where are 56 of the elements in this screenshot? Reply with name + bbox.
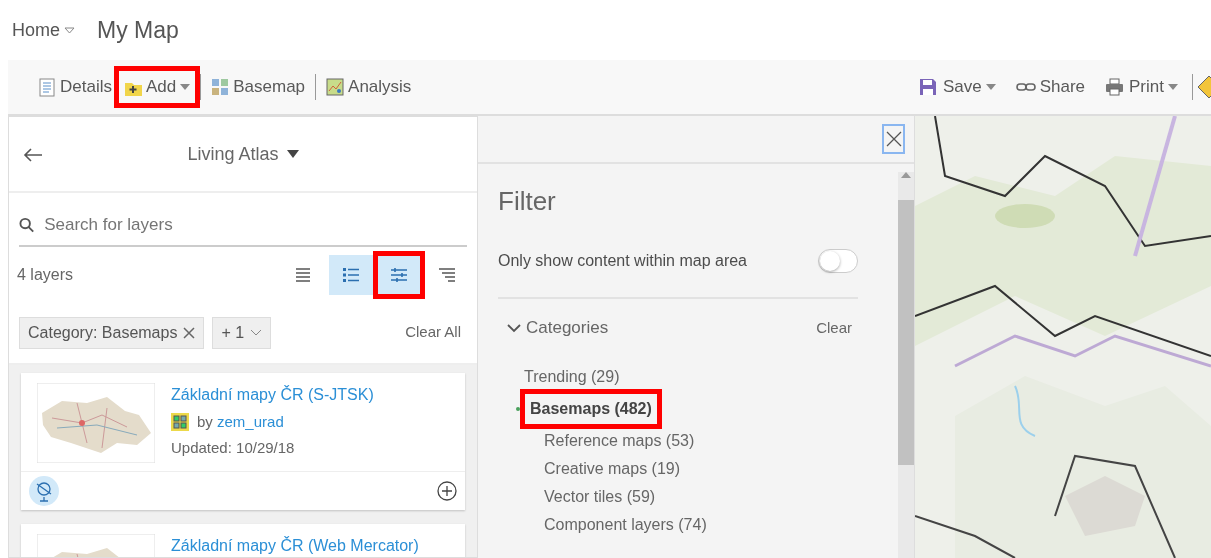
home-menu[interactable]: Home <box>12 16 75 44</box>
updated-date: Updated: 10/29/18 <box>171 438 296 458</box>
owner-link[interactable]: zem_urad <box>217 412 284 430</box>
sort-icon <box>438 265 456 284</box>
layer-count: 4 layers <box>17 264 74 285</box>
scroll-up-icon <box>901 172 911 178</box>
sliders-icon <box>390 265 408 284</box>
caret-icon <box>1168 84 1178 90</box>
printer-icon <box>1105 77 1126 97</box>
toolbar-button[interactable]: Analysis <box>320 70 418 104</box>
list-icon <box>294 265 312 284</box>
toggle-label: Only show content within map area <box>498 251 747 271</box>
close-button[interactable] <box>882 124 905 154</box>
result-title-link[interactable]: Základní mapy ČR (S-JTSK) <box>171 382 374 407</box>
document-icon <box>38 77 56 97</box>
toolbar-button[interactable]: Basemap <box>205 70 312 104</box>
category-item[interactable]: Vector tiles (59) <box>544 484 656 509</box>
scrollbar[interactable] <box>898 172 914 558</box>
toggle-switch[interactable] <box>818 249 858 273</box>
chevron-down-icon <box>250 329 263 336</box>
toolbar-button[interactable]: Print <box>1099 70 1184 104</box>
plus-circle-icon <box>437 481 457 502</box>
category-item[interactable]: Trending (29) <box>524 364 620 389</box>
category-item[interactable]: Creative maps (19) <box>544 456 681 481</box>
byline: by zem_urad <box>197 411 284 432</box>
close-icon <box>183 326 196 339</box>
close-icon <box>885 131 902 147</box>
caret-icon <box>180 84 191 90</box>
grid-icon <box>211 77 230 97</box>
back-arrow-icon <box>23 146 43 163</box>
toolbar-button[interactable]: Save <box>912 70 1002 104</box>
clear-all-link[interactable]: Clear All <box>399 320 467 345</box>
directions-icon[interactable] <box>1197 75 1211 99</box>
category-item[interactable]: Component layers (74) <box>544 512 707 537</box>
result-title-link[interactable]: Základní mapy ČR (Web Mercator) <box>171 533 419 557</box>
category-item[interactable]: Reference maps (53) <box>544 428 695 453</box>
toolbar-button[interactable]: Details <box>32 70 118 104</box>
filter-title: Filter <box>498 185 557 218</box>
tile-layer-icon <box>171 412 189 431</box>
map-title: My Map <box>97 15 179 45</box>
view-toggle[interactable] <box>329 254 373 295</box>
toolbar-button[interactable]: Add <box>117 70 197 104</box>
filter-chip[interactable]: + 1 <box>212 316 272 349</box>
globe-icon <box>29 475 59 506</box>
filter-chip[interactable]: Category: Basemaps <box>19 316 205 349</box>
caret-icon <box>286 150 299 158</box>
source-dropdown[interactable]: Living Atlas <box>181 139 305 169</box>
map-icon <box>326 77 345 97</box>
search-icon <box>19 216 35 233</box>
caret-icon <box>985 84 996 90</box>
clear-link[interactable]: Clear <box>810 315 858 340</box>
bullet-list-icon <box>342 265 360 284</box>
categories-toggle[interactable]: Categories <box>506 315 609 341</box>
caret-icon <box>64 26 75 34</box>
add-button[interactable] <box>437 478 457 503</box>
toolbar-button[interactable]: Share <box>1009 70 1092 104</box>
